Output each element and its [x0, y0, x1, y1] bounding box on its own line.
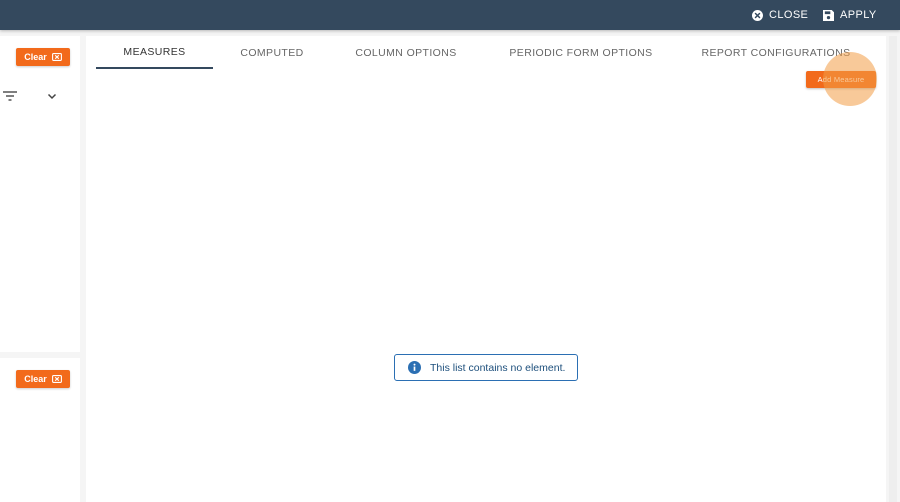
clear-button[interactable]: Clear — [16, 48, 70, 66]
scrollbar[interactable] — [889, 36, 897, 502]
tab-periodic-form-options[interactable]: PERIODIC FORM OPTIONS — [496, 36, 666, 69]
main-panel: MEASURES COMPUTED COLUMN OPTIONS PERIODI… — [86, 36, 886, 502]
apply-label: APPLY — [840, 9, 877, 21]
tab-measures[interactable]: MEASURES — [96, 36, 213, 69]
clear-button-secondary[interactable]: Clear — [16, 370, 70, 388]
left-filter-panel: Clear — [0, 36, 80, 352]
clear-x-box-icon — [51, 53, 62, 61]
tab-bar: MEASURES COMPUTED COLUMN OPTIONS PERIODI… — [86, 36, 886, 69]
close-label: CLOSE — [769, 9, 809, 21]
tab-column-options[interactable]: COLUMN OPTIONS — [346, 36, 466, 69]
save-icon — [823, 9, 834, 21]
clear-label: Clear — [24, 52, 47, 62]
close-circle-icon — [752, 9, 763, 21]
left-secondary-panel: Clear — [0, 358, 80, 502]
add-measure-button[interactable]: Add Measure — [806, 71, 876, 88]
clear-label: Clear — [24, 374, 47, 384]
empty-list-text: This list contains no element. — [430, 361, 566, 374]
tab-report-configurations[interactable]: REPORT CONFIGURATIONS — [686, 36, 866, 69]
filter-icon[interactable] — [3, 90, 17, 102]
close-button[interactable]: CLOSE — [752, 0, 808, 30]
chevron-down-icon[interactable] — [46, 90, 58, 102]
top-bar: CLOSE APPLY — [0, 0, 900, 30]
tab-computed[interactable]: COMPUTED — [222, 36, 322, 69]
apply-button[interactable]: APPLY — [823, 0, 877, 30]
empty-list-message: This list contains no element. — [394, 354, 578, 381]
info-icon — [408, 361, 421, 374]
clear-x-box-icon — [51, 375, 62, 383]
